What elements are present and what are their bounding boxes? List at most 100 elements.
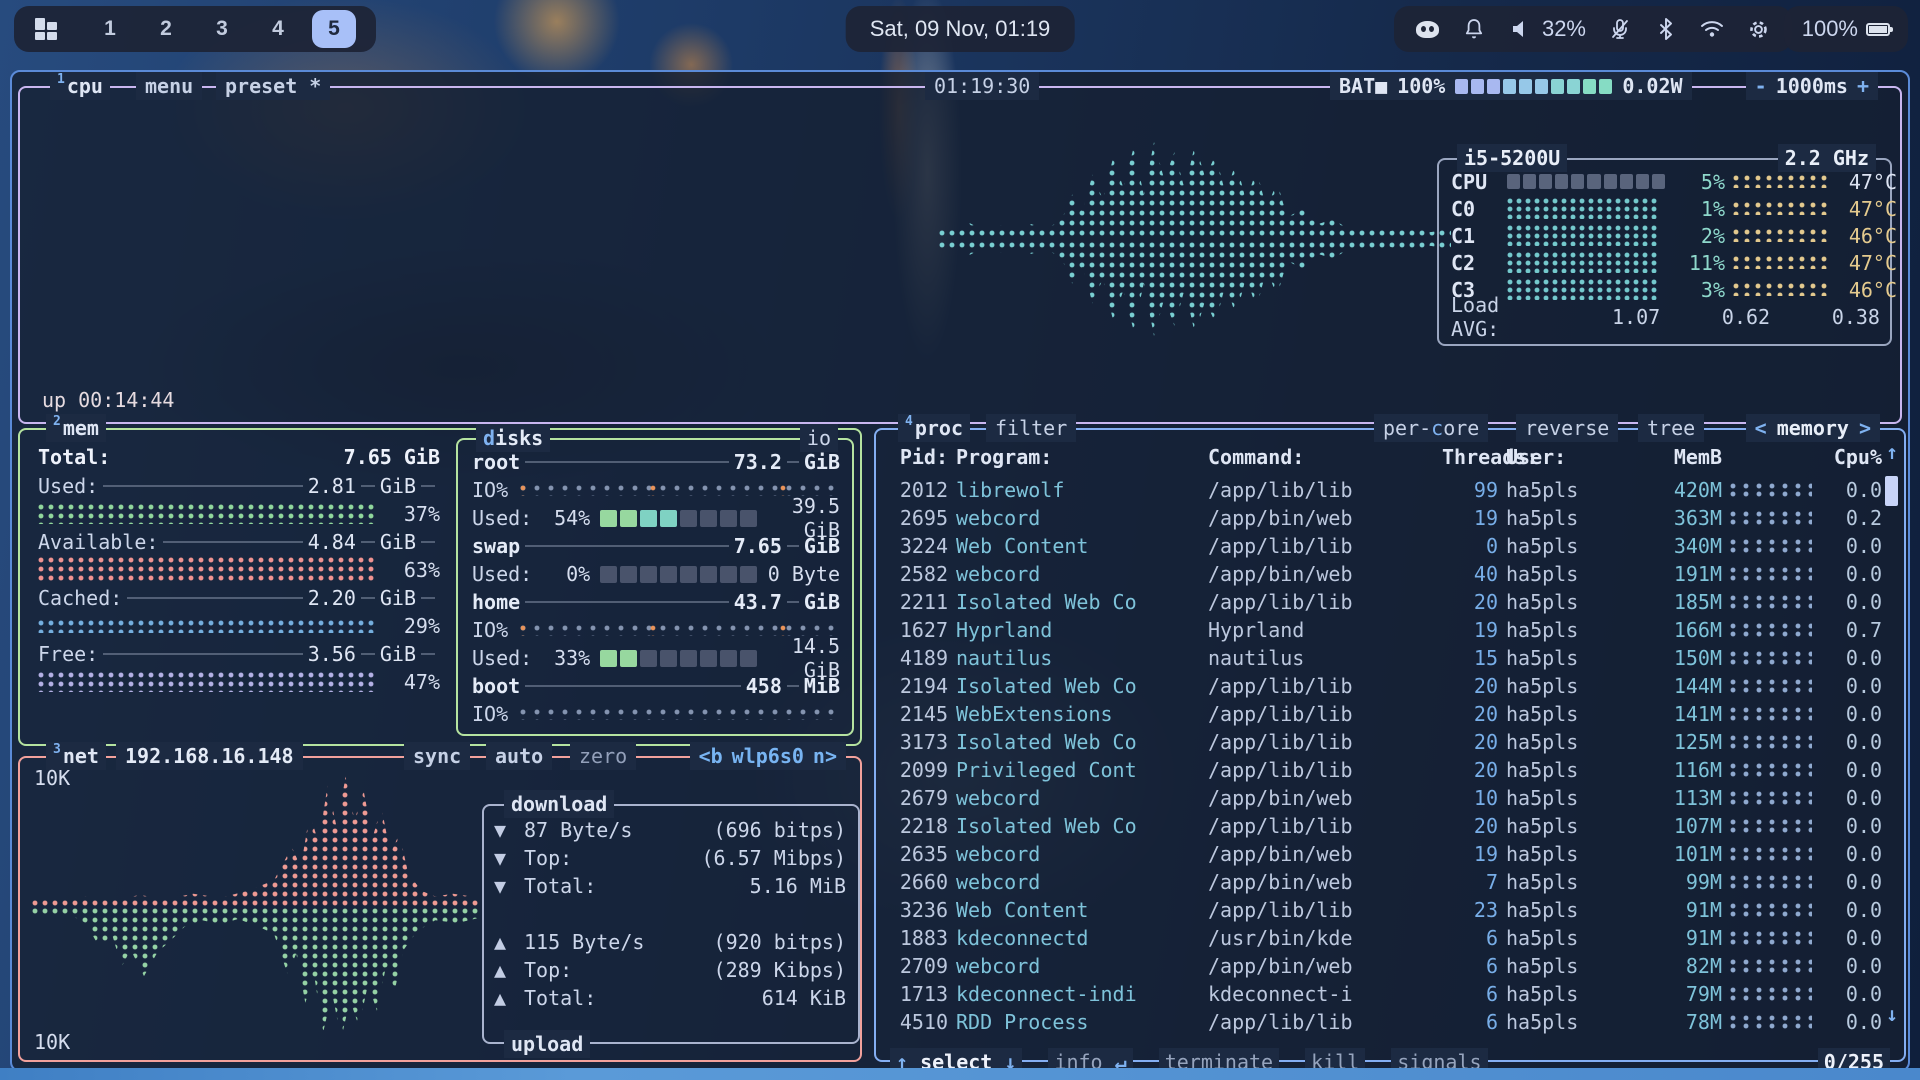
mem-box-title[interactable]: 2 mem (46, 414, 106, 442)
process-cpu-graph (1730, 987, 1812, 1002)
battery-icon (1866, 17, 1890, 41)
sort-selector[interactable]: < memory > (1746, 414, 1880, 442)
process-row[interactable]: 2635 webcord /app/bin/web 19 ha5pls 101M… (888, 840, 1882, 868)
cpu-box-number: 1 (57, 66, 65, 94)
process-row[interactable]: 4510 RDD Process /app/lib/lib 6 ha5pls 7… (888, 1008, 1882, 1036)
process-row[interactable]: 2218 Isolated Web Co /app/lib/lib 20 ha5… (888, 812, 1882, 840)
filter-button[interactable]: filter (986, 414, 1076, 442)
process-row[interactable]: 3173 Isolated Web Co /app/lib/lib 20 ha5… (888, 728, 1882, 756)
proc-box-title[interactable]: 4 proc (898, 414, 970, 442)
cpu-temp-graph (1733, 175, 1829, 188)
workspace-bar: 1 2 3 4 5 (14, 6, 376, 52)
download-rows: ▼ 87 Byte/s (696 bitps) ▼ Top: (6.57 Mib… (494, 816, 846, 900)
battery-level: 100% (1802, 16, 1858, 42)
app-launcher-icon[interactable] (34, 17, 58, 41)
scrollbar-thumb[interactable] (1885, 476, 1898, 506)
cpu-frequency: 2.2 GHz (1778, 144, 1876, 172)
sort-next-button[interactable]: > (1859, 414, 1871, 442)
clock[interactable]: Sat, 09 Nov, 01:19 (846, 6, 1075, 52)
mem-stat-graph-row: 63% (38, 556, 440, 584)
process-row[interactable]: 2099 Privileged Cont /app/lib/lib 20 ha5… (888, 756, 1882, 784)
process-row[interactable]: 2211 Isolated Web Co /app/lib/lib 20 ha5… (888, 588, 1882, 616)
disk-io-graph (520, 709, 840, 720)
process-row[interactable]: 2660 webcord /app/bin/web 7 ha5pls 99M 0… (888, 868, 1882, 896)
cpu-model: i5-5200U (1457, 144, 1567, 172)
workspace-button[interactable]: 3 (200, 10, 244, 48)
mem-total-row: Total: 7.65 GiB (38, 442, 440, 472)
interval-decrease-button[interactable]: - (1755, 72, 1767, 100)
scroll-down-button[interactable]: ↓ (1884, 1002, 1900, 1026)
menu-button[interactable]: menu (136, 72, 202, 100)
process-row[interactable]: 2012 librewolf /app/lib/lib 99 ha5pls 42… (888, 476, 1882, 504)
upload-stat-row: ▲ 115 Byte/s (920 bitps) (494, 928, 846, 956)
sync-button[interactable]: sync (404, 742, 470, 770)
process-row[interactable]: 2145 WebExtensions /app/lib/lib 20 ha5pl… (888, 700, 1882, 728)
process-row[interactable]: 3224 Web Content /app/lib/lib 0 ha5pls 3… (888, 532, 1882, 560)
process-cpu-graph (1730, 763, 1812, 778)
disks-box-title[interactable]: disks (476, 424, 550, 452)
workspace-button[interactable]: 2 (144, 10, 188, 48)
col-user[interactable]: User: (1506, 445, 1638, 469)
process-row[interactable]: 1713 kdeconnect-indi kdeconnect-i 6 ha5p… (888, 980, 1882, 1008)
bluetooth-icon[interactable] (1654, 17, 1678, 41)
process-row[interactable]: 2679 webcord /app/bin/web 10 ha5pls 113M… (888, 784, 1882, 812)
per-core-toggle[interactable]: per-core (1374, 414, 1488, 442)
up-arrow-icon: ▲ (494, 930, 514, 954)
reverse-toggle[interactable]: reverse (1516, 414, 1618, 442)
process-cpu-graph (1730, 1015, 1812, 1030)
process-row[interactable]: 4189 nautilus nautilus 15 ha5pls 150M 0.… (888, 644, 1882, 672)
mem-usage-graph (38, 620, 378, 633)
workspace-button[interactable]: 5 (312, 10, 356, 48)
col-pid[interactable]: Pid: (888, 445, 948, 469)
mem-stat-graph-row: 47% (38, 668, 440, 696)
mem-box: 2 mem Total: 7.65 GiB Used: 2.81 GiB (18, 428, 862, 746)
download-title: download (504, 790, 614, 818)
preset-button[interactable]: preset * (216, 72, 330, 100)
discord-icon[interactable] (1416, 17, 1440, 41)
disks-io-toggle[interactable]: io (800, 424, 838, 452)
process-row[interactable]: 2194 Isolated Web Co /app/lib/lib 20 ha5… (888, 672, 1882, 700)
col-command[interactable]: Command: (1208, 445, 1434, 469)
process-row[interactable]: 2695 webcord /app/bin/web 19 ha5pls 363M… (888, 504, 1882, 532)
mem-usage-graph (38, 504, 378, 524)
download-graph (32, 774, 480, 907)
col-program[interactable]: Program: (956, 445, 1200, 469)
sort-column-label: memory (1777, 414, 1849, 442)
download-stat-row: ▼ Total: 5.16 MiB (494, 872, 846, 900)
volume-icon[interactable] (1508, 17, 1532, 41)
cpu-core-rows: C0 1% 47°C C1 2% 46°C (1451, 195, 1880, 303)
core-temp-graph (1733, 229, 1829, 242)
process-row[interactable]: 1627 Hyprland Hyprland 19 ha5pls 166M 0.… (888, 616, 1882, 644)
bell-icon[interactable] (1462, 17, 1486, 41)
process-row[interactable]: 3236 Web Content /app/lib/lib 23 ha5pls … (888, 896, 1882, 924)
cpu-usage-graph (939, 140, 1451, 338)
col-mem[interactable]: MemB (1646, 445, 1722, 469)
sort-prev-button[interactable]: < (1755, 414, 1767, 442)
down-arrow-icon: ▼ (494, 874, 514, 898)
process-row[interactable]: 1883 kdeconnectd /usr/bin/kde 6 ha5pls 9… (888, 924, 1882, 952)
workspace-button[interactable]: 4 (256, 10, 300, 48)
wifi-icon[interactable] (1700, 17, 1724, 41)
interface-switcher[interactable]: <b wlp6s0 n> (690, 742, 846, 770)
workspace-button[interactable]: 1 (88, 10, 132, 48)
process-row[interactable]: 2709 webcord /app/bin/web 6 ha5pls 82M 0… (888, 952, 1882, 980)
mem-stat-graph-row: 29% (38, 612, 440, 640)
tree-toggle[interactable]: tree (1638, 414, 1704, 442)
col-cpu[interactable]: Cpu% (1828, 445, 1882, 469)
interval-increase-button[interactable]: + (1857, 72, 1869, 100)
prev-interface-button[interactable]: <b (699, 742, 723, 770)
battery-indicator[interactable]: 100% (1784, 6, 1908, 52)
mem-usage-graph (38, 557, 378, 583)
mic-muted-icon[interactable] (1608, 17, 1632, 41)
process-cpu-graph (1730, 959, 1812, 974)
core-usage-graph (1507, 252, 1657, 273)
process-cpu-graph (1730, 679, 1812, 694)
zero-button[interactable]: zero (570, 742, 636, 770)
gear-icon[interactable] (1746, 17, 1770, 41)
cpu-box-title[interactable]: 1 cpu (50, 72, 110, 100)
scroll-up-button[interactable]: ↑ (1884, 440, 1900, 464)
next-interface-button[interactable]: n> (813, 742, 837, 770)
auto-button[interactable]: auto (486, 742, 552, 770)
col-threads[interactable]: Threads: (1442, 445, 1498, 469)
process-row[interactable]: 2582 webcord /app/bin/web 40 ha5pls 191M… (888, 560, 1882, 588)
